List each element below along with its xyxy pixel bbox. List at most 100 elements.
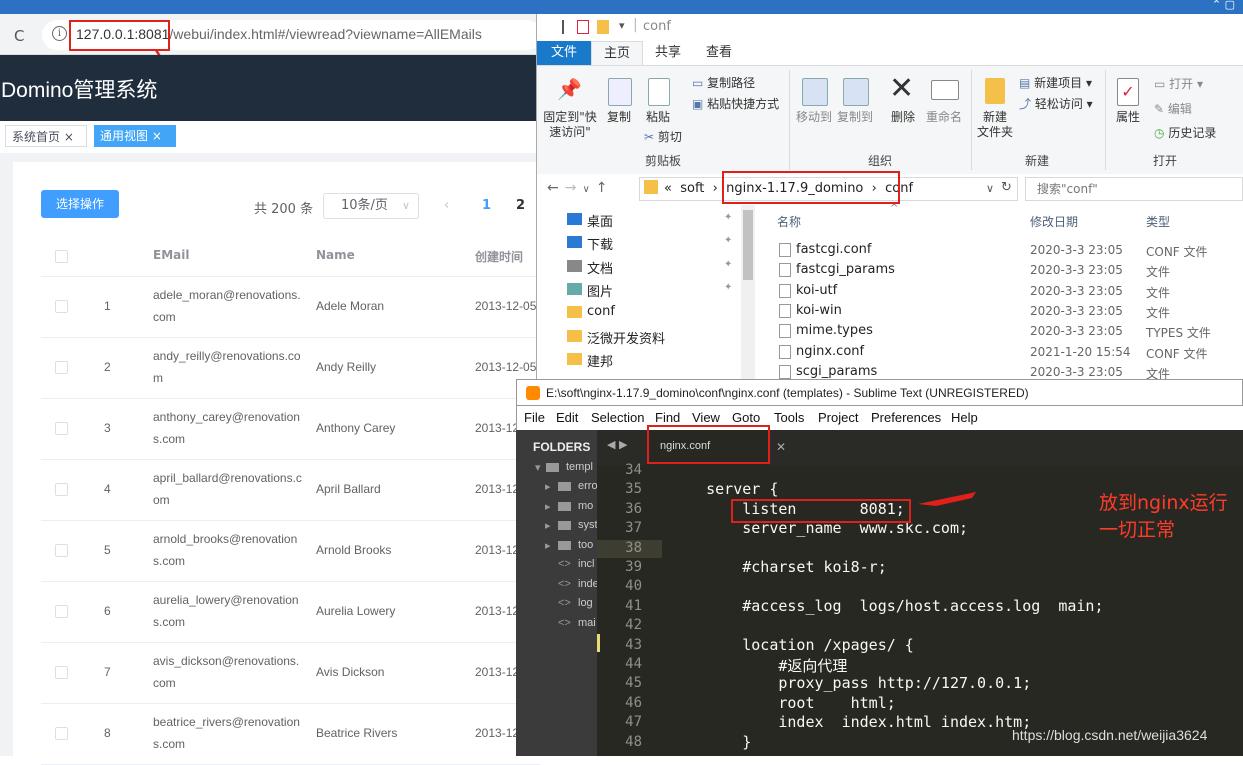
folder-toggle-icon[interactable]: ▾ — [535, 461, 541, 474]
tree-item[interactable]: templ — [566, 461, 593, 473]
column-file-name[interactable]: 名称 — [777, 213, 801, 230]
open-button[interactable]: ▭ 打开 ▾ — [1154, 77, 1203, 92]
menu-item-view[interactable]: View — [692, 410, 720, 425]
new-folder-button[interactable]: 新建 文件夹 — [975, 110, 1015, 140]
sidebar-item[interactable]: 图片 — [587, 281, 613, 300]
file-name[interactable]: scgi_params — [796, 364, 877, 379]
sidebar-item[interactable]: 桌面 — [587, 211, 613, 230]
pin-icon[interactable]: ✦ — [724, 259, 732, 270]
row-checkbox[interactable] — [55, 361, 68, 374]
file-name[interactable]: koi-win — [796, 303, 842, 318]
copy-button[interactable]: 复制 — [604, 110, 634, 125]
folder-toggle-icon[interactable]: ▸ — [545, 480, 551, 493]
move-to-button[interactable]: 移动到 — [794, 110, 834, 125]
delete-button[interactable]: 删除 — [888, 110, 918, 125]
code-line[interactable]: #access_log logs/host.access.log main; — [670, 597, 1103, 615]
folder-icon[interactable] — [597, 20, 609, 34]
folder-toggle-icon[interactable]: ▸ — [545, 519, 551, 532]
row-checkbox[interactable] — [55, 422, 68, 435]
code-line[interactable]: root html; — [670, 694, 895, 712]
ribbon-tab-file[interactable]: 文件 — [537, 41, 591, 65]
file-code-icon[interactable]: <> — [558, 597, 571, 609]
properties-button[interactable]: 属性 — [1113, 110, 1143, 125]
path-dropdown-icon[interactable]: ∨ — [986, 182, 994, 195]
up-icon[interactable]: ↑ — [596, 180, 614, 196]
file-code-icon[interactable]: <> — [558, 617, 571, 629]
tree-item[interactable]: too — [578, 539, 593, 551]
properties-icon[interactable] — [577, 20, 589, 34]
row-checkbox[interactable] — [55, 727, 68, 740]
code-line[interactable]: #charset koi8-r; — [670, 558, 887, 576]
paste-button[interactable]: 粘贴 — [643, 110, 673, 125]
file-code-icon[interactable]: <> — [558, 578, 571, 590]
menu-item-tools[interactable]: Tools — [774, 410, 804, 425]
info-icon[interactable]: i — [52, 26, 67, 41]
nav-arrows[interactable]: ←→∨↑ — [547, 180, 614, 196]
prev-page-icon[interactable]: ‹ — [444, 198, 449, 213]
file-name[interactable]: fastcgi_params — [796, 262, 895, 277]
code-line[interactable]: } — [670, 733, 751, 751]
new-item-button[interactable]: ▤ 新建项目 ▾ — [1019, 76, 1092, 91]
tab-nav-icon[interactable]: ◀ ▶ — [607, 438, 627, 451]
page-size-select[interactable]: 10条/页 ∨ — [323, 193, 419, 219]
paste-shortcut-button[interactable]: ▣ 粘贴快捷方式 — [692, 97, 779, 112]
recent-icon[interactable]: ∨ — [582, 184, 595, 195]
close-icon[interactable]: ✕ — [776, 440, 786, 454]
select-action-button[interactable]: 选择操作 — [41, 190, 119, 218]
page-1[interactable]: 1 — [482, 198, 491, 213]
dropdown-icon[interactable]: ▾ — [619, 19, 625, 32]
code-line[interactable]: location /xpages/ { — [670, 636, 914, 654]
tree-item[interactable]: incl — [578, 558, 595, 570]
column-date-modified[interactable]: 修改日期 — [1030, 213, 1078, 230]
cut-button[interactable]: ✂ 剪切 — [644, 130, 682, 145]
sidebar-item[interactable]: conf — [587, 304, 615, 319]
breadcrumb-overflow[interactable]: « — [664, 181, 672, 196]
pin-icon[interactable]: ✦ — [724, 282, 732, 293]
pin-icon[interactable]: ✦ — [724, 235, 732, 246]
reload-icon[interactable]: C — [14, 27, 24, 45]
menu-item-help[interactable]: Help — [951, 410, 978, 425]
forward-icon[interactable]: → — [565, 180, 583, 196]
tree-item[interactable]: erro — [578, 480, 598, 492]
row-checkbox[interactable] — [55, 605, 68, 618]
tree-item[interactable]: log — [578, 597, 593, 609]
tree-item[interactable]: inde — [578, 578, 599, 590]
menu-item-edit[interactable]: Edit — [556, 410, 578, 425]
file-name[interactable]: koi-utf — [796, 283, 837, 298]
code-line[interactable]: server { — [670, 480, 778, 498]
code-line[interactable]: index index.html index.htm; — [670, 713, 1031, 731]
ribbon-tab-home[interactable]: 主页 — [591, 41, 643, 65]
menu-item-selection[interactable]: Selection — [591, 410, 644, 425]
row-checkbox[interactable] — [55, 544, 68, 557]
sidebar-item[interactable]: 下载 — [587, 234, 613, 253]
menu-item-project[interactable]: Project — [818, 410, 858, 425]
ribbon-tab-view[interactable]: 查看 — [705, 41, 733, 65]
tab-general-view[interactable]: 通用视图 × — [94, 125, 176, 147]
tree-item[interactable]: mai — [578, 617, 596, 629]
copy-path-button[interactable]: ▭ 复制路径 — [692, 76, 755, 91]
menu-item-goto[interactable]: Goto — [732, 410, 760, 425]
file-code-icon[interactable]: <> — [558, 558, 571, 570]
refresh-icon[interactable]: ↻ — [1001, 180, 1012, 195]
column-name[interactable]: Name — [316, 248, 355, 262]
tree-item[interactable]: syst — [578, 519, 598, 531]
column-created[interactable]: 创建时间 — [475, 248, 523, 265]
search-input[interactable]: 搜索"conf" — [1025, 177, 1243, 201]
select-all-checkbox[interactable] — [55, 250, 68, 263]
scrollbar-thumb[interactable] — [743, 210, 753, 280]
pin-quick-access-button[interactable]: 固定到"快 速访问" — [541, 110, 599, 140]
column-email[interactable]: EMail — [153, 248, 189, 262]
breadcrumb-soft[interactable]: soft — [680, 181, 704, 196]
edit-button[interactable]: ✎ 编辑 — [1154, 102, 1192, 117]
row-checkbox[interactable] — [55, 300, 68, 313]
tree-item[interactable]: mo — [578, 500, 593, 512]
tab-home[interactable]: 系统首页 × — [5, 125, 87, 147]
easy-access-button[interactable]: ⤴ 轻松访问 ▾ — [1019, 97, 1093, 112]
sidebar-item[interactable]: 建邦 — [587, 351, 613, 370]
pin-icon[interactable]: ✦ — [724, 212, 732, 223]
code-line[interactable]: proxy_pass http://127.0.0.1; — [670, 674, 1031, 692]
folder-toggle-icon[interactable]: ▸ — [545, 539, 551, 552]
menu-item-file[interactable]: File — [524, 410, 545, 425]
file-name[interactable]: mime.types — [796, 323, 873, 338]
rename-button[interactable]: 重命名 — [924, 110, 964, 125]
